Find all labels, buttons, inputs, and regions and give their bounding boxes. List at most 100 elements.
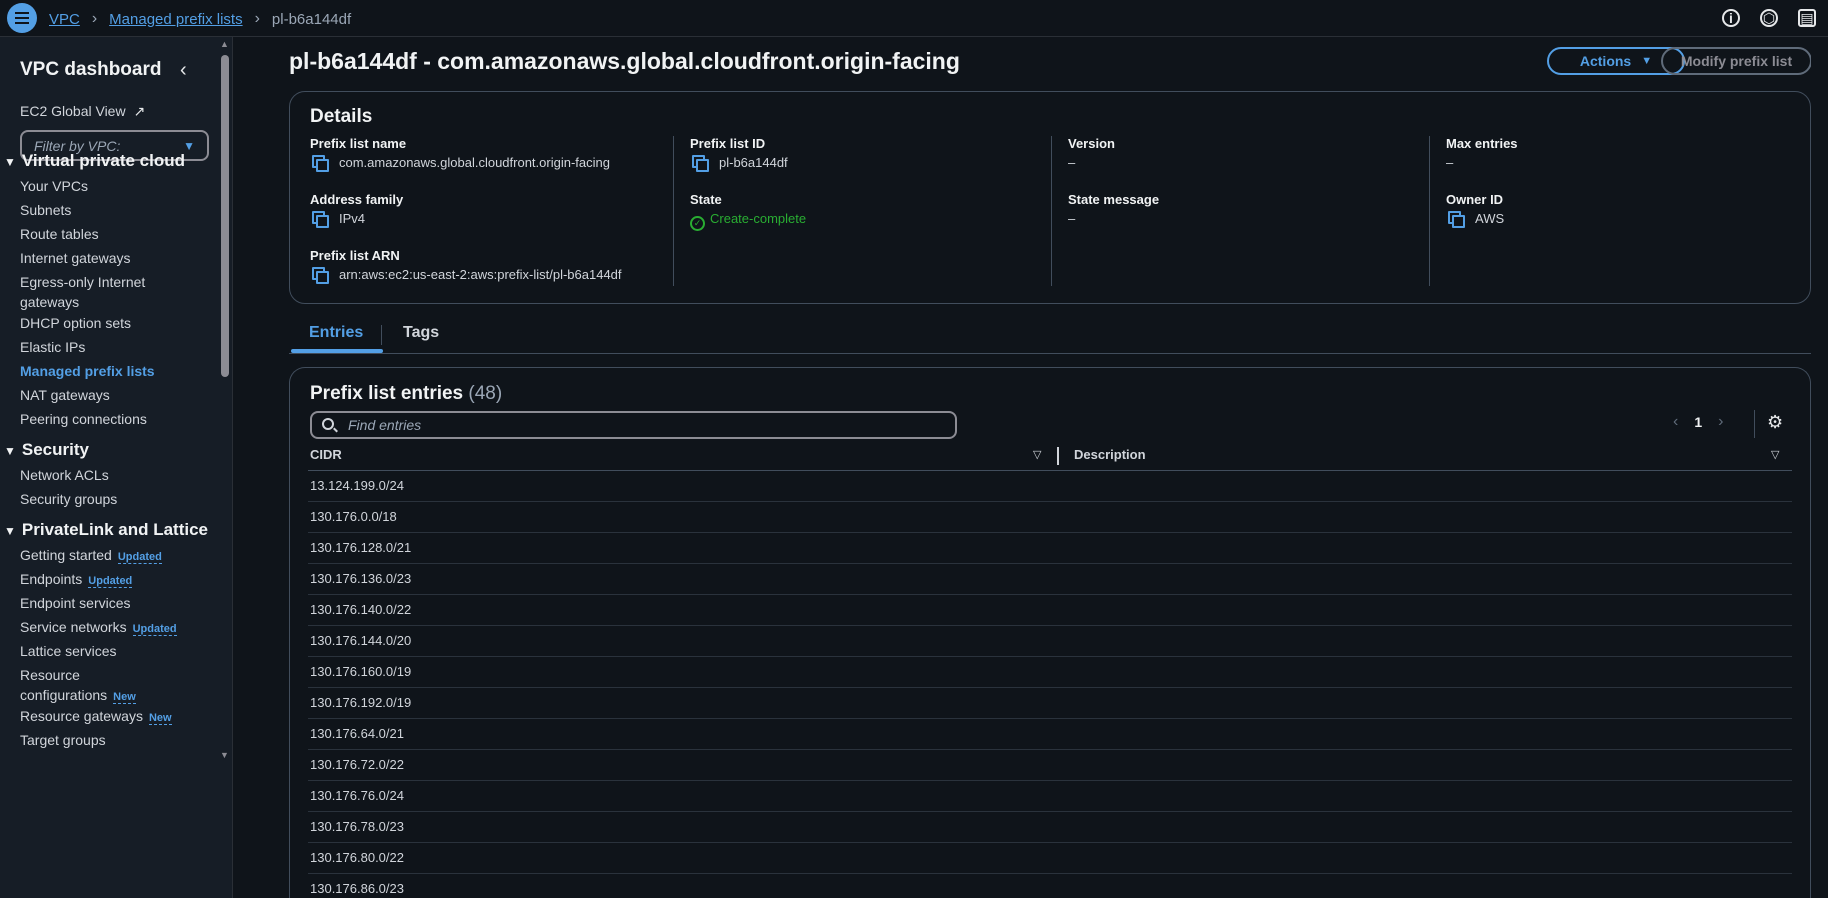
table-row: 130.176.64.0/21 <box>308 719 1792 750</box>
sidebar-item-getting-started[interactable]: Getting started Updated <box>20 545 162 567</box>
pagination: ‹ 1 › <box>1673 413 1723 431</box>
scroll-down-icon[interactable]: ▼ <box>220 750 229 760</box>
tabs: Entries Tags <box>289 318 1811 354</box>
sidebar-item-label: Resource gateways <box>20 708 143 724</box>
label-line: configurations <box>20 687 108 703</box>
sidebar-item-nat-gateways[interactable]: NAT gateways <box>20 385 110 405</box>
details-column-4: Max entries – Owner ID AWS <box>1429 136 1789 286</box>
prefix-list-entries-panel: Prefix list entries (48) Find entries ‹ … <box>289 367 1811 898</box>
copy-icon[interactable] <box>312 211 329 228</box>
copy-icon[interactable] <box>1448 211 1465 228</box>
sidebar-scrollbar[interactable]: ▲ ▼ <box>219 37 231 898</box>
sidebar-item-endpoint-services[interactable]: Endpoint services <box>20 593 131 613</box>
sidebar-item-label: Service networks <box>20 619 127 635</box>
sidebar-item-target-groups[interactable]: Target groups <box>20 730 106 750</box>
active-tab-indicator <box>291 349 383 353</box>
sidebar-item-resource-configurations[interactable]: Resource configurations New <box>20 665 136 707</box>
chevron-right-icon: › <box>91 10 98 27</box>
tab-tags[interactable]: Tags <box>403 324 439 342</box>
sidebar-item-service-networks[interactable]: Service networks Updated <box>20 617 177 639</box>
state-message-label: State message <box>1068 192 1160 207</box>
section-virtual-private-cloud[interactable]: ▼ Virtual private cloud <box>4 151 185 171</box>
address-family-label: Address family <box>310 192 404 207</box>
address-family-value: IPv4 <box>312 211 365 228</box>
feedback-icon[interactable]: ▤ <box>1798 9 1816 27</box>
copy-icon[interactable] <box>312 155 329 172</box>
sidebar-item-elastic-ips[interactable]: Elastic IPs <box>20 337 85 357</box>
scrollbar-thumb[interactable] <box>221 55 229 377</box>
table-row: 130.176.144.0/20 <box>308 626 1792 657</box>
next-page-icon[interactable]: › <box>1718 413 1723 431</box>
prefix-list-id-label: Prefix list ID <box>690 136 766 151</box>
value-text: Create-complete <box>710 211 807 226</box>
external-link-icon: ↗ <box>133 103 146 119</box>
gear-icon[interactable]: ⚙ <box>1767 412 1783 433</box>
section-security[interactable]: ▼ Security <box>4 440 89 460</box>
check-circle-icon: ✓ <box>690 216 705 231</box>
modify-prefix-list-button[interactable]: Modify prefix list <box>1661 47 1812 75</box>
copy-icon[interactable] <box>692 155 709 172</box>
max-entries-label: Max entries <box>1446 136 1518 151</box>
previous-page-icon[interactable]: ‹ <box>1673 413 1678 431</box>
column-resize-handle[interactable] <box>1057 447 1059 465</box>
sidebar-item-your-vpcs[interactable]: Your VPCs <box>20 176 88 196</box>
entries-count: (48) <box>468 383 503 404</box>
sidebar-item-label: Getting started <box>20 547 112 563</box>
sidebar-item-peering-connections[interactable]: Peering connections <box>20 409 147 429</box>
sidebar-item-endpoints[interactable]: Endpoints Updated <box>20 569 133 591</box>
details-column-3: Version – State message – <box>1051 136 1429 286</box>
sort-caret-icon[interactable]: ▽ <box>1771 448 1779 461</box>
tab-entries[interactable]: Entries <box>309 324 363 342</box>
updated-badge[interactable]: Updated <box>88 575 133 588</box>
sidebar-item-network-acls[interactable]: Network ACLs <box>20 465 109 485</box>
security-icon[interactable]: ⬡ <box>1760 9 1778 27</box>
sidebar-item-route-tables[interactable]: Route tables <box>20 224 99 244</box>
collapse-sidebar-icon[interactable]: ‹ <box>180 59 187 82</box>
sidebar-item-internet-gateways[interactable]: Internet gateways <box>20 248 131 268</box>
top-icons: i ⬡ ▤ <box>1722 9 1816 27</box>
sidebar-item-security-groups[interactable]: Security groups <box>20 489 117 509</box>
sidebar-item-label: Endpoints <box>20 571 83 587</box>
copy-icon[interactable] <box>312 267 329 284</box>
search-placeholder: Find entries <box>348 417 422 433</box>
column-header-cidr[interactable]: CIDR <box>310 447 342 462</box>
sidebar-item-lattice-services[interactable]: Lattice services <box>20 641 116 661</box>
updated-badge[interactable]: Updated <box>117 551 162 564</box>
sidebar-item-managed-prefix-lists[interactable]: Managed prefix lists <box>20 361 155 381</box>
table-row: 130.176.80.0/22 <box>308 843 1792 874</box>
sidebar-item-resource-gateways[interactable]: Resource gateways New <box>20 706 172 728</box>
caret-down-icon: ▼ <box>1641 55 1653 67</box>
info-icon[interactable]: i <box>1722 9 1740 27</box>
sidebar-item-ec2-global-view[interactable]: EC2 Global View ↗ <box>20 103 145 120</box>
sidebar-item-dhcp-option-sets[interactable]: DHCP option sets <box>20 313 131 333</box>
updated-badge[interactable]: Updated <box>132 623 177 636</box>
prefix-list-id-value: pl-b6a144df <box>692 155 788 172</box>
version-label: Version <box>1068 136 1115 151</box>
breadcrumb-vpc-link[interactable]: VPC <box>49 11 80 28</box>
chevron-right-icon: › <box>254 10 260 27</box>
page-title: pl-b6a144df - com.amazonaws.global.cloud… <box>289 48 960 74</box>
entries-heading: Prefix list entries (48) <box>310 383 502 405</box>
caret-down-icon: ▼ <box>4 155 16 169</box>
details-panel: Details Prefix list name com.amazonaws.g… <box>289 91 1811 304</box>
menu-icon[interactable] <box>7 3 37 33</box>
find-entries-input[interactable]: Find entries <box>310 411 957 439</box>
sidebar-title[interactable]: VPC dashboard <box>20 59 161 81</box>
page-number[interactable]: 1 <box>1694 414 1702 430</box>
scroll-up-icon[interactable]: ▲ <box>220 39 229 49</box>
breadcrumb-managed-prefix-lists-link[interactable]: Managed prefix lists <box>109 11 242 28</box>
sort-caret-icon[interactable]: ▽ <box>1033 448 1041 461</box>
top-navigation-bar: VPC › Managed prefix lists › pl-b6a144df… <box>0 0 1828 37</box>
version-value: – <box>1068 155 1076 170</box>
column-header-description[interactable]: Description <box>1074 447 1146 462</box>
details-column-1: Prefix list name com.amazonaws.global.cl… <box>310 136 670 286</box>
sidebar-item-egress-only-internet-gateways[interactable]: Egress-only Internet gateways <box>20 272 145 312</box>
sidebar-item-subnets[interactable]: Subnets <box>20 200 71 220</box>
breadcrumb-current: pl-b6a144df <box>271 10 352 28</box>
new-badge[interactable]: New <box>113 691 136 704</box>
max-entries-value: – <box>1446 155 1454 170</box>
new-badge[interactable]: New <box>148 712 172 725</box>
section-privatelink-and-lattice[interactable]: ▼ PrivateLink and Lattice <box>4 520 208 540</box>
main-scrollbar[interactable] <box>1811 37 1828 898</box>
value-text: com.amazonaws.global.cloudfront.origin-f… <box>339 155 610 170</box>
